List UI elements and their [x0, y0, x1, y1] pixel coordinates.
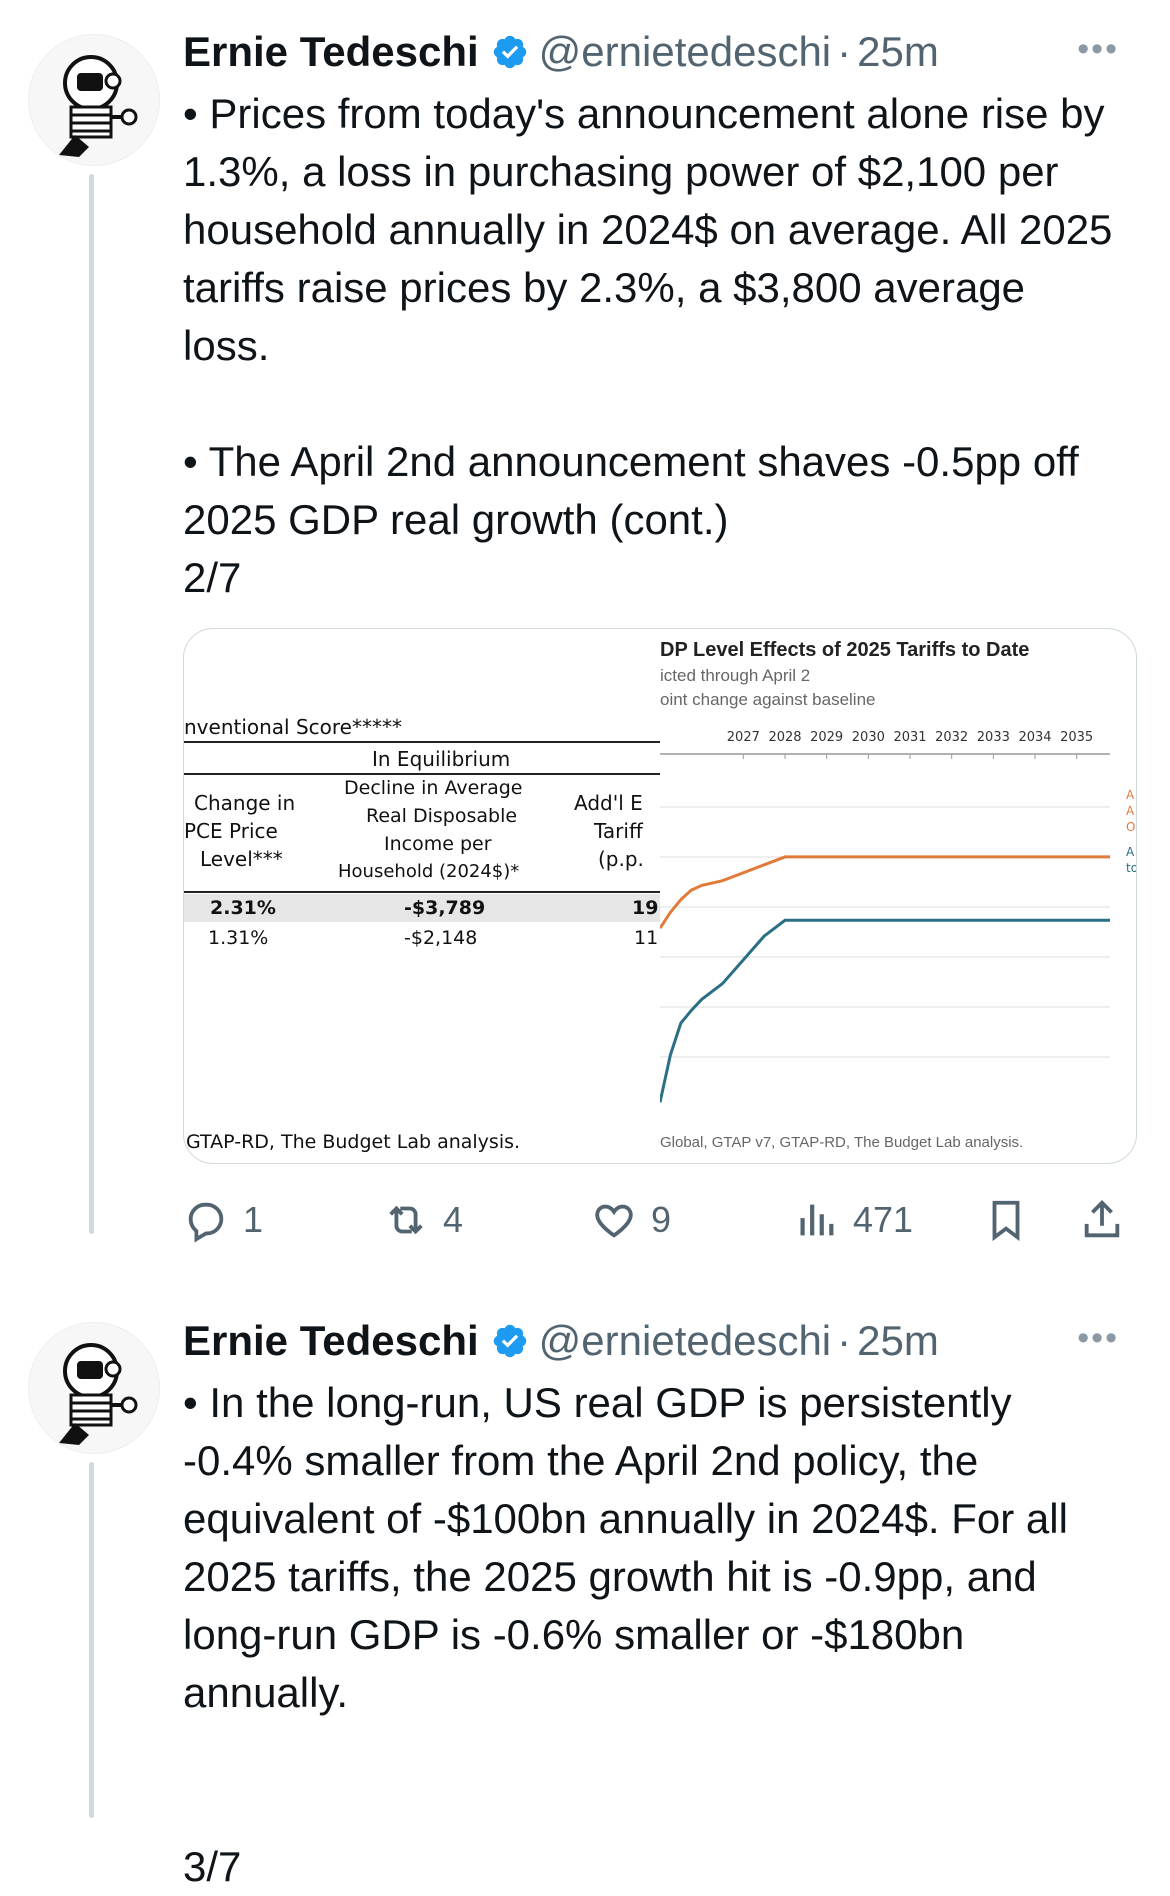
row2-pce: 1.31% [208, 927, 269, 949]
verified-badge-icon [491, 33, 529, 71]
share-icon [1084, 1200, 1120, 1238]
views-chart-icon [800, 1204, 834, 1236]
author-name[interactable]: Ernie Tedeschi [183, 1317, 479, 1365]
series-end-label: A [1126, 845, 1135, 859]
avatar[interactable] [28, 34, 160, 166]
like-button[interactable]: 9 [591, 1190, 671, 1250]
x-tick-label: 2029 [810, 730, 843, 745]
col-pce-line1: Change in [194, 791, 296, 815]
timestamp[interactable]: 25m [857, 28, 939, 76]
gdp-level-chart: 2027 2028 2029 2030 2031 2032 2033 2034 2035AAOA… [660, 730, 1136, 1103]
author-handle[interactable]: @ernietedeschi [539, 1317, 831, 1365]
series-end-label: A [1126, 804, 1135, 818]
x-tick-label: 2035 [1060, 730, 1093, 745]
tweet-header: Ernie Tedeschi @ernietedeschi · 25m ••• [183, 24, 1143, 80]
astronaut-avatar-icon [59, 55, 138, 157]
chart-source: Global, GTAP v7, GTAP-RD, The Budget Lab… [660, 1134, 1024, 1151]
tweet-header: Ernie Tedeschi @ernietedeschi · 25m ••• [183, 1313, 1143, 1369]
row1-pce: 2.31% [210, 897, 276, 919]
table-section-title: nventional Score***** [184, 715, 402, 739]
share-button[interactable] [1079, 1190, 1125, 1250]
author-handle[interactable]: @ernietedeschi [539, 28, 831, 76]
chart-title: DP Level Effects of 2025 Tariffs to Date [660, 639, 1030, 661]
col-addl-line3: (p.p. [598, 847, 644, 871]
tweet-text: • Prices from today's announcement alone… [183, 90, 1113, 601]
astronaut-avatar-icon [59, 1343, 138, 1445]
col-pce-line2: PCE Price [184, 819, 278, 843]
reply-icon [188, 1202, 224, 1243]
views-button[interactable]: 471 [793, 1190, 913, 1250]
x-tick-label: 2034 [1018, 730, 1051, 745]
more-options-icon[interactable]: ••• [1077, 30, 1119, 69]
chart-subtitle-1: icted through April 2 [660, 666, 811, 685]
x-tick-label: 2031 [893, 730, 926, 745]
repost-button[interactable]: 4 [383, 1190, 463, 1250]
row1-decline: -$3,789 [404, 897, 486, 919]
repost-count: 4 [443, 1199, 464, 1240]
col-decline-line4: Household (2024$)* [338, 861, 520, 882]
x-tick-label: 2030 [852, 730, 885, 745]
series-line-1 [660, 918, 1110, 1103]
separator-dot: · [837, 1317, 852, 1364]
x-tick-label: 2032 [935, 730, 968, 745]
col-addl-line1: Add'l E [574, 791, 643, 815]
x-tick-label: 2027 [727, 730, 760, 745]
row2-decline: -$2,148 [404, 927, 478, 949]
avatar[interactable] [28, 1322, 160, 1454]
table-rule [184, 741, 660, 743]
table-group-header: In Equilibrium [372, 747, 511, 771]
verified-badge-icon [491, 1322, 529, 1360]
row2-addl: 11 [634, 927, 659, 949]
chart-subtitle-2: oint change against baseline [660, 690, 876, 709]
row1-addl: 19 [632, 897, 659, 919]
col-decline-line2: Real Disposable [366, 805, 518, 827]
tweet-actions: 1 4 9 471 [183, 1190, 1143, 1250]
repost-icon [389, 1205, 423, 1235]
table-source: GTAP-RD, The Budget Lab analysis. [186, 1131, 521, 1153]
chart-image[interactable]: DP Level Effects of 2025 Tariffs to Date… [660, 629, 1136, 1163]
table-rule [184, 773, 660, 775]
table-rule [184, 891, 660, 893]
separator-dot: · [837, 28, 852, 75]
bookmark-button[interactable] [983, 1190, 1029, 1250]
like-count: 9 [651, 1199, 672, 1240]
reply-count: 1 [243, 1199, 264, 1240]
table-image[interactable]: nventional Score***** In Equilibrium Cha… [184, 629, 660, 1163]
series-end-label: O [1126, 820, 1135, 834]
series-end-label: to [1126, 861, 1136, 875]
more-options-icon[interactable]: ••• [1077, 1319, 1119, 1358]
col-decline-line1: Decline in Average [344, 777, 523, 799]
views-count: 471 [853, 1199, 914, 1240]
thread-connector [89, 1462, 94, 1818]
reply-button[interactable]: 1 [183, 1190, 263, 1250]
heart-icon [595, 1204, 633, 1238]
series-end-label: A [1126, 788, 1135, 802]
timestamp[interactable]: 25m [857, 1317, 939, 1365]
x-tick-label: 2028 [768, 730, 801, 745]
col-decline-line3: Income per [384, 833, 492, 855]
x-tick-label: 2033 [977, 730, 1010, 745]
tweet-media[interactable]: nventional Score***** In Equilibrium Cha… [183, 628, 1137, 1164]
col-addl-line2: Tariff [594, 819, 643, 843]
bookmark-icon [992, 1200, 1020, 1242]
author-name[interactable]: Ernie Tedeschi [183, 28, 479, 76]
thread-connector [89, 174, 94, 1234]
col-pce-line3: Level*** [200, 847, 283, 871]
series-line-0 [660, 855, 1110, 929]
